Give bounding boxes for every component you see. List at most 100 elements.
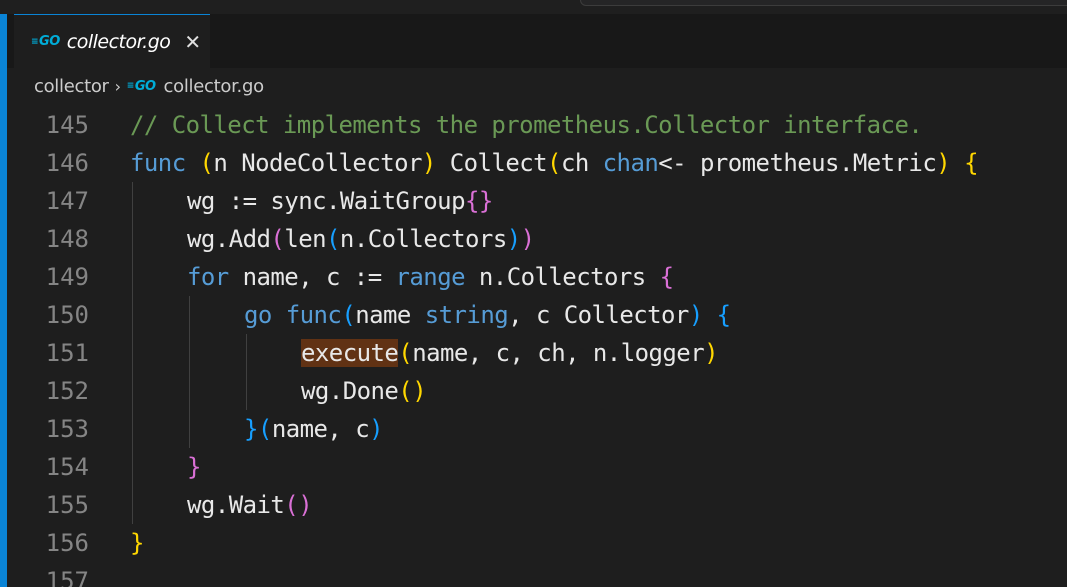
code-token: range xyxy=(395,263,466,291)
line-number: 150 xyxy=(45,301,89,329)
code-token: len xyxy=(284,225,327,253)
breadcrumb-folder[interactable]: collector xyxy=(34,76,109,97)
code-token: n NodeCollector xyxy=(213,149,422,177)
code-token: { xyxy=(659,263,674,291)
code-token: name, c, ch, n.logger xyxy=(412,339,705,367)
go-file-icon: ≡ GO xyxy=(126,78,156,94)
code-token: chan xyxy=(602,149,659,177)
code-token: <- prometheus.Metric xyxy=(658,149,937,177)
code-text: func (n NodeCollector) Collect(ch chan<-… xyxy=(130,144,979,182)
tab-bar: ≡ GO collector.go ✕ xyxy=(7,14,1067,68)
code-token: ) xyxy=(506,225,521,253)
code-token: wg.Add xyxy=(187,225,271,253)
code-token: func xyxy=(285,301,342,329)
code-token: { xyxy=(964,149,978,177)
chevron-right-icon: › xyxy=(114,76,121,96)
line-number: 148 xyxy=(45,225,89,253)
code-token: ( xyxy=(547,149,561,177)
code-text: wg := sync.WaitGroup{} xyxy=(187,182,493,220)
code-token: } xyxy=(244,415,258,443)
code-token: n.Collectors xyxy=(339,225,507,253)
tab-collector-go[interactable]: ≡ GO collector.go ✕ xyxy=(14,14,210,68)
code-token: } xyxy=(187,453,201,481)
code-text: execute(name, c, ch, n.logger) xyxy=(301,334,719,372)
line-number: 151 xyxy=(45,339,89,367)
activity-accent-bar xyxy=(0,14,7,587)
code-line[interactable]: 153 }(name, c) xyxy=(7,410,1067,448)
code-token: // Collect implements the prometheus.Col… xyxy=(130,111,923,139)
code-text: wg.Done() xyxy=(301,372,427,410)
code-token: ) xyxy=(688,301,703,329)
code-token: name xyxy=(355,301,425,329)
code-token: name, c xyxy=(271,415,370,443)
code-token: wg.Wait xyxy=(187,491,285,519)
code-line[interactable]: 145 // Collect implements the prometheus.… xyxy=(7,106,1067,144)
code-token: ( xyxy=(341,301,356,329)
code-token: { xyxy=(716,301,731,329)
line-number: 147 xyxy=(45,187,89,215)
code-line[interactable]: 151 execute(name, c, ch, n.logger) xyxy=(7,334,1067,372)
code-text: wg.Add(len(n.Collectors)) xyxy=(187,220,535,258)
code-token: name, c := xyxy=(228,263,396,291)
code-line[interactable]: 155 wg.Wait() xyxy=(7,486,1067,524)
code-text: wg.Wait() xyxy=(187,486,313,524)
code-line[interactable]: 149 for name, c := range n.Collectors { xyxy=(7,258,1067,296)
code-token: Collect xyxy=(435,149,548,177)
code-token: ) xyxy=(369,415,384,443)
code-line[interactable]: 157 xyxy=(7,562,1067,587)
code-text: } xyxy=(130,524,144,562)
code-token: go xyxy=(244,301,272,329)
code-token: ( xyxy=(326,225,340,253)
code-token: wg := sync.WaitGroup xyxy=(187,187,466,215)
code-token: wg.Done xyxy=(301,377,399,405)
command-center[interactable] xyxy=(580,0,1067,6)
code-token: , c Collector xyxy=(508,301,689,329)
code-text: for name, c := range n.Collectors { xyxy=(187,258,674,296)
code-token: ) xyxy=(704,339,718,367)
line-number: 152 xyxy=(45,377,89,405)
line-number: 155 xyxy=(45,491,89,519)
code-token: ( xyxy=(199,149,214,177)
breadcrumb-file[interactable]: collector.go xyxy=(164,76,265,97)
code-line[interactable]: 156} xyxy=(7,524,1067,562)
code-token: ( xyxy=(398,339,413,367)
code-token: () xyxy=(398,377,427,405)
close-icon[interactable]: ✕ xyxy=(184,32,201,52)
line-number: 156 xyxy=(45,529,89,557)
line-number: 146 xyxy=(45,149,89,177)
code-token: for xyxy=(187,263,229,291)
code-token: ) xyxy=(936,149,951,177)
line-number: 153 xyxy=(45,415,89,443)
line-number: 154 xyxy=(45,453,89,481)
breadcrumb: collector › ≡ GO collector.go xyxy=(7,68,1067,104)
code-token: ( xyxy=(270,225,285,253)
code-token: func xyxy=(130,149,186,177)
code-line[interactable]: 146 func (n NodeCollector) Collect(ch cha… xyxy=(7,144,1067,182)
indent-guide xyxy=(189,296,190,448)
code-token: n.Collectors xyxy=(465,263,660,291)
code-token: ) xyxy=(520,225,535,253)
code-text: }(name, c) xyxy=(244,410,384,448)
indent-guide xyxy=(132,182,133,524)
title-bar xyxy=(0,0,1067,14)
code-line[interactable]: 154} xyxy=(7,448,1067,486)
code-text: } xyxy=(187,448,201,486)
code-line[interactable]: 147 wg := sync.WaitGroup{} xyxy=(7,182,1067,220)
code-line[interactable]: 150 go func(name string, c Collector) { xyxy=(7,296,1067,334)
tab-label: collector.go xyxy=(66,30,171,53)
code-token: ) xyxy=(421,149,436,177)
code-editor[interactable]: 145 // Collect implements the prometheus.… xyxy=(7,104,1067,587)
highlighted-token: execute xyxy=(301,339,399,367)
code-token: string xyxy=(424,301,509,329)
line-number: 149 xyxy=(45,263,89,291)
code-token: () xyxy=(284,491,313,519)
code-line[interactable]: 148 wg.Add(len(n.Collectors)) xyxy=(7,220,1067,258)
go-file-icon: ≡ GO xyxy=(31,34,60,49)
code-token: {} xyxy=(465,187,493,215)
code-text: // Collect implements the prometheus.Col… xyxy=(130,106,923,144)
code-line[interactable]: 152 wg.Done() xyxy=(7,372,1067,410)
line-number: 157 xyxy=(45,567,89,587)
